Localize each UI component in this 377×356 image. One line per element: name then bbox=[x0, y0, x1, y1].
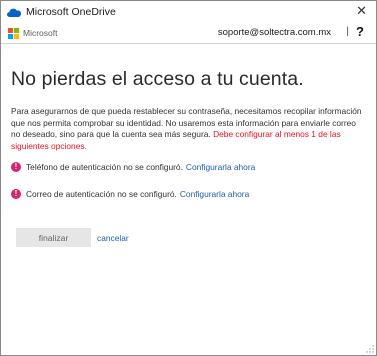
resize-grip-icon[interactable] bbox=[366, 345, 374, 353]
warning-icon: ! bbox=[11, 189, 21, 200]
auth-phone-status: Teléfono de autenticación no se configur… bbox=[26, 162, 183, 173]
setup-email-link[interactable]: Configurarla ahora bbox=[180, 189, 249, 199]
account-bar: Microsoft soporte@soltectra.com.mx | ? bbox=[1, 23, 376, 43]
warning-icon: ! bbox=[11, 162, 21, 173]
window-title: Microsoft OneDrive bbox=[26, 6, 116, 18]
auth-email-item: ! Correo de autenticación no se configur… bbox=[11, 189, 366, 200]
header-separator: | bbox=[346, 26, 349, 37]
logo-square-blue bbox=[8, 33, 13, 39]
help-icon[interactable]: ? bbox=[356, 24, 364, 39]
dialog-window: Microsoft OneDrive ✕ Microsoft soporte@s… bbox=[0, 0, 377, 356]
logo-square-green bbox=[14, 27, 19, 33]
finish-button[interactable]: finalizar bbox=[16, 228, 91, 248]
close-icon[interactable]: ✕ bbox=[356, 4, 367, 18]
page-title: No pierdas el acceso a tu cuenta. bbox=[11, 68, 304, 90]
account-email[interactable]: soporte@soltectra.com.mx bbox=[218, 27, 331, 38]
main-content: No pierdas el acceso a tu cuenta. Para a… bbox=[1, 68, 376, 248]
title-bar: Microsoft OneDrive ✕ bbox=[1, 1, 376, 23]
logo-square-red bbox=[8, 27, 13, 33]
microsoft-logo-icon bbox=[8, 27, 19, 39]
description-text: Para asegurarnos de que pueda restablece… bbox=[11, 106, 363, 152]
logo-square-yellow bbox=[14, 33, 19, 39]
action-bar: finalizar cancelar bbox=[16, 228, 366, 248]
onedrive-cloud-icon bbox=[7, 8, 21, 17]
auth-email-status: Correo de autenticación no se configuró. bbox=[26, 189, 177, 200]
header-divider bbox=[1, 43, 376, 44]
brand-name: Microsoft bbox=[23, 28, 58, 38]
setup-phone-link[interactable]: Configurarla ahora bbox=[186, 162, 255, 172]
cancel-link[interactable]: cancelar bbox=[97, 233, 129, 243]
auth-phone-item: ! Teléfono de autenticación no se config… bbox=[11, 162, 366, 173]
